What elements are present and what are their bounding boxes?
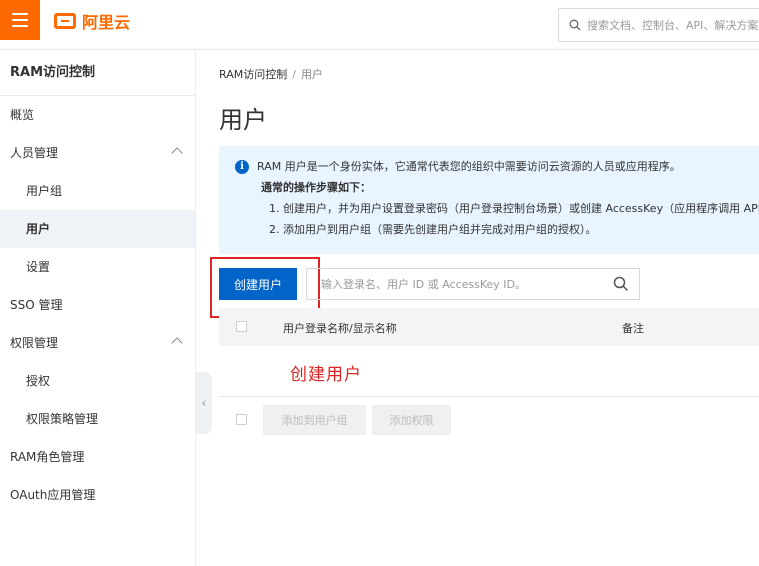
sidebar-item-ram-roles[interactable]: RAM角色管理 [0, 438, 195, 476]
sidebar: RAM访问控制 概览 人员管理 用户组 用户 设置 SSO 管理 权限管理 授权… [0, 50, 196, 566]
aliyun-logo-icon [54, 13, 76, 29]
add-permission-button[interactable]: 添加权限 [372, 405, 451, 435]
top-bar: 阿里云 搜索文档、控制台、API、解决方案 [0, 0, 759, 50]
search-icon [569, 19, 581, 31]
annotation-label: 创建用户 [290, 365, 362, 385]
info-icon: i [235, 160, 249, 174]
sidebar-item-oauth-apps[interactable]: OAuth应用管理 [0, 476, 195, 514]
sidebar-item-overview[interactable]: 概览 [0, 96, 195, 134]
sidebar-item-user-groups[interactable]: 用户组 [0, 172, 195, 210]
sidebar-item-grants[interactable]: 授权 [0, 362, 195, 400]
filter-placeholder: 输入登录名、用户 ID 或 AccessKey ID。 [321, 278, 527, 291]
info-description: RAM 用户是一个身份实体，它通常代表您的组织中需要访问云资源的人员或应用程序。 [257, 160, 681, 173]
aliyun-logo[interactable]: 阿里云 [54, 9, 130, 33]
sidebar-item-label: 人员管理 [10, 146, 59, 160]
column-header-login-name[interactable]: 用户登录名称/显示名称 [283, 320, 397, 336]
chevron-up-icon[interactable] [171, 337, 183, 349]
select-all-checkbox[interactable] [236, 321, 247, 332]
sidebar-item-permission-management[interactable]: 权限管理 [0, 324, 195, 362]
sidebar-title: RAM访问控制 [0, 50, 195, 96]
search-icon[interactable] [613, 276, 629, 292]
info-steps-heading: 通常的操作步骤如下： [261, 181, 371, 194]
sidebar-item-settings[interactable]: 设置 [0, 248, 195, 286]
brand-name: 阿里云 [82, 13, 131, 32]
breadcrumb-current: 用户 [300, 68, 323, 81]
sidebar-item-policies[interactable]: 权限策略管理 [0, 400, 195, 438]
breadcrumb: RAM访问控制 / 用户 [219, 66, 323, 82]
info-panel: i RAM 用户是一个身份实体，它通常代表您的组织中需要访问云资源的人员或应用程… [219, 146, 759, 254]
user-filter-input[interactable]: 输入登录名、用户 ID 或 AccessKey ID。 [306, 268, 640, 300]
breadcrumb-root[interactable]: RAM访问控制 [219, 68, 287, 81]
bulk-select-checkbox[interactable] [236, 414, 247, 425]
sidebar-item-label: 权限管理 [10, 336, 59, 350]
menu-icon[interactable] [0, 0, 40, 40]
search-placeholder: 搜索文档、控制台、API、解决方案 [587, 19, 759, 32]
sidebar-item-users[interactable]: 用户 [0, 210, 195, 248]
global-search-input[interactable]: 搜索文档、控制台、API、解决方案 [558, 8, 759, 42]
chevron-left-icon: ‹ [201, 396, 207, 410]
sidebar-item-sso[interactable]: SSO 管理 [0, 286, 195, 324]
sidebar-item-people-management[interactable]: 人员管理 [0, 134, 195, 172]
sidebar-collapse-button[interactable]: ‹ [196, 372, 212, 434]
page-title: 用户 [219, 106, 267, 134]
info-step-1: 1. 创建用户，并为用户设置登录密码（用户登录控制台场景）或创建 AccessK… [269, 202, 759, 215]
add-to-group-button[interactable]: 添加到用户组 [263, 405, 366, 435]
table-header: 用户登录名称/显示名称 备注 [219, 308, 759, 346]
breadcrumb-separator: / [292, 68, 296, 81]
column-header-remark: 备注 [622, 322, 644, 335]
chevron-up-icon[interactable] [171, 147, 183, 159]
divider [219, 396, 759, 397]
info-step-2: 2. 添加用户到用户组（需要先创建用户组并完成对用户组的授权）。 [269, 223, 597, 236]
